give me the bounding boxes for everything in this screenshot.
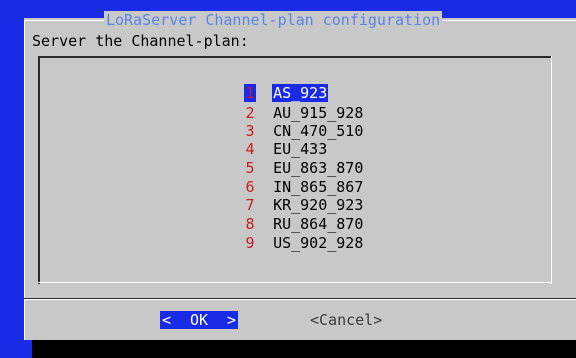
list-item-us-902-928[interactable]: 9 US_902_928 bbox=[226, 216, 364, 252]
list-item-kr-920-923[interactable]: 7 KR_920_923 bbox=[226, 178, 364, 214]
list-border-top bbox=[38, 56, 552, 58]
item-hotkey: 9 bbox=[245, 234, 255, 252]
list-item-ru-864-870[interactable]: 8 RU_864_870 bbox=[226, 197, 364, 233]
ok-right-bracket: > bbox=[226, 311, 236, 329]
list-item-cn-470-510[interactable]: 3 CN_470_510 bbox=[226, 104, 364, 140]
list-item-eu-433[interactable]: 4 EU_433 bbox=[226, 122, 328, 158]
ok-label: OK bbox=[189, 311, 209, 329]
list-border-right bbox=[551, 56, 552, 284]
dialog-prompt: Server the Channel-plan: bbox=[32, 32, 249, 50]
item-label: US_902_928 bbox=[273, 234, 364, 252]
dialog-shadow bbox=[32, 340, 576, 358]
list-item-in-865-867[interactable]: 6 IN_865_867 bbox=[226, 160, 364, 196]
list-border-left bbox=[38, 56, 40, 284]
dialog-title: LoRaServer Channel-plan configuration bbox=[104, 11, 443, 29]
list-item-eu-863-870[interactable]: 5 EU_863_870 bbox=[226, 141, 364, 177]
list-item-as-923[interactable]: 1 AS_923 bbox=[226, 66, 329, 102]
dialog-border-left bbox=[24, 20, 25, 340]
list-item-au-915-928[interactable]: 2 AU_915_928 bbox=[226, 86, 364, 122]
cancel-button[interactable]: <Cancel> bbox=[310, 311, 382, 329]
button-separator-highlight bbox=[24, 299, 576, 300]
ok-left-bracket: < bbox=[162, 311, 172, 329]
list-border-bottom bbox=[38, 282, 552, 283]
ok-button[interactable]: < OK > bbox=[160, 311, 238, 329]
